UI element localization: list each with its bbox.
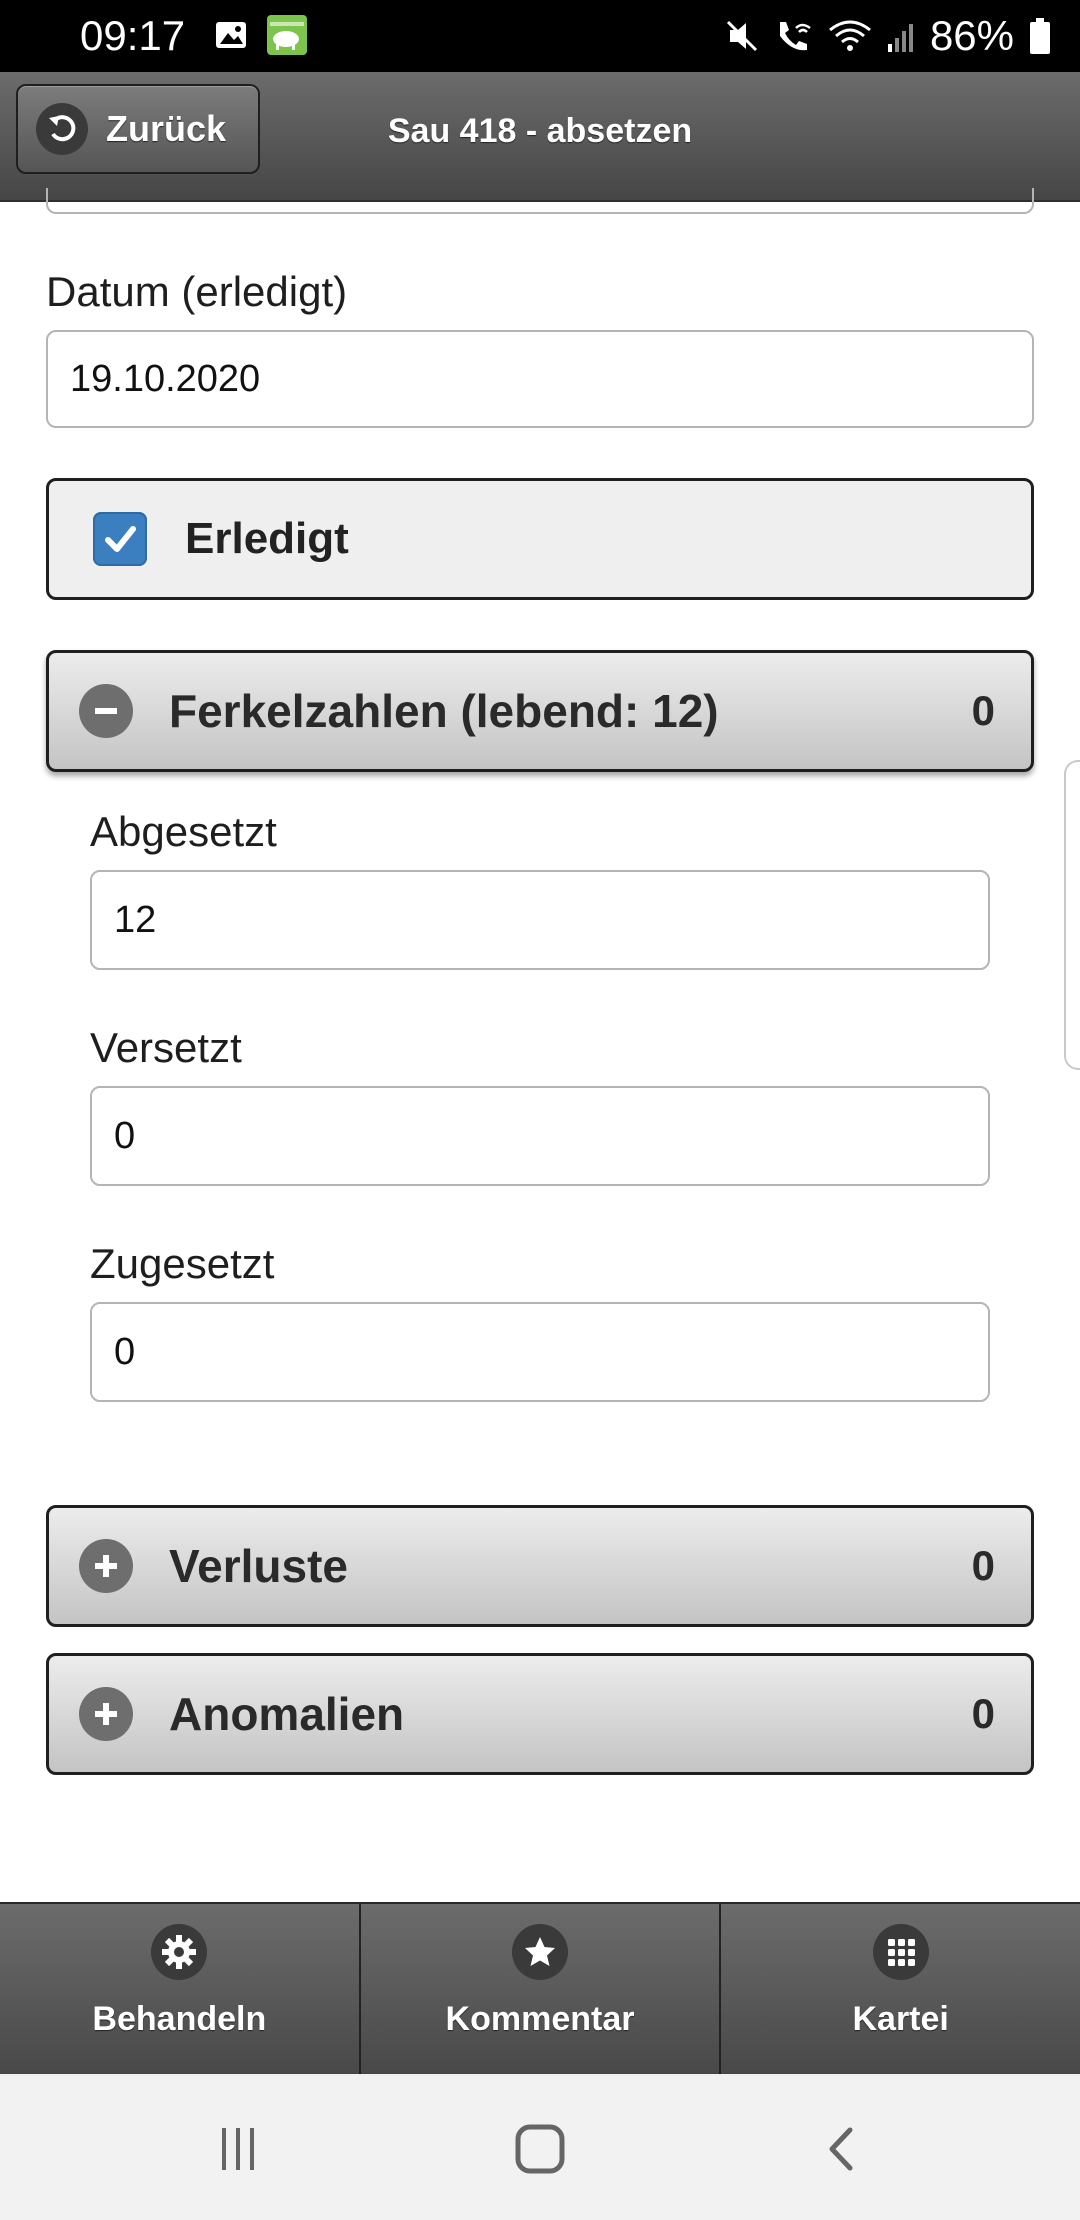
- checkbox-checked-icon[interactable]: [93, 512, 147, 566]
- wifi-icon: [829, 20, 871, 51]
- plus-circle-icon: [79, 1539, 133, 1593]
- nav-kartei-label: Kartei: [852, 2000, 949, 2038]
- date-input[interactable]: 19.10.2020: [46, 330, 1034, 428]
- back-nav-icon[interactable]: [807, 2114, 877, 2184]
- home-icon[interactable]: [505, 2114, 575, 2184]
- nav-kommentar[interactable]: Kommentar: [361, 1904, 722, 2076]
- date-label: Datum (erledigt): [46, 268, 348, 315]
- page-title: Sau 418 - absetzen: [387, 112, 693, 150]
- section-ferkelzahlen-header[interactable]: Ferkelzahlen (lebend: 12) 0: [46, 650, 1034, 772]
- zugesetzt-input[interactable]: 0: [90, 1302, 990, 1402]
- versetzt-label: Versetzt: [90, 1024, 242, 1071]
- back-button[interactable]: Zurück: [16, 84, 260, 174]
- mute-icon: [726, 20, 757, 52]
- status-bar: 09:17 86%: [0, 0, 1080, 72]
- section-verluste-header[interactable]: Verluste 0: [46, 1505, 1034, 1627]
- side-panel-handle[interactable]: [1064, 760, 1080, 1070]
- signal-icon: [887, 24, 913, 52]
- nav-kommentar-label: Kommentar: [445, 2000, 635, 2038]
- bottom-nav: Behandeln Kommentar Kartei: [0, 1902, 1080, 2076]
- wifi-call-icon: [779, 22, 811, 51]
- previous-field-edge: [46, 188, 1034, 214]
- image-icon: [216, 22, 246, 48]
- battery-icon: [1030, 18, 1050, 54]
- recent-apps-icon[interactable]: [203, 2114, 273, 2184]
- section-anomalien-count: 0: [971, 1690, 995, 1737]
- grid-icon: [872, 1924, 929, 1980]
- abgesetzt-label: Abgesetzt: [90, 808, 277, 855]
- done-label: Erledigt: [185, 514, 349, 563]
- status-time: 09:17: [80, 12, 186, 59]
- abgesetzt-input[interactable]: 12: [90, 870, 990, 970]
- back-arrow-icon: [36, 103, 88, 155]
- minus-circle-icon: [79, 684, 133, 738]
- nav-behandeln[interactable]: Behandeln: [0, 1904, 361, 2076]
- back-button-label: Zurück: [106, 108, 227, 149]
- done-checkbox-row[interactable]: Erledigt: [46, 478, 1034, 600]
- battery-percent: 86%: [929, 12, 1014, 59]
- system-nav-bar: [0, 2074, 1080, 2220]
- gear-icon: [151, 1924, 208, 1980]
- nav-kartei[interactable]: Kartei: [721, 1904, 1080, 2076]
- status-right: 86%: [724, 10, 1052, 62]
- zugesetzt-label: Zugesetzt: [90, 1240, 275, 1287]
- section-ferkelzahlen-count: 0: [971, 687, 995, 734]
- section-verluste-title: Verluste: [169, 1540, 348, 1592]
- plus-circle-icon: [79, 1687, 133, 1741]
- section-ferkelzahlen-title: Ferkelzahlen (lebend: 12): [169, 685, 719, 737]
- star-icon: [512, 1924, 568, 1980]
- versetzt-input[interactable]: 0: [90, 1086, 990, 1186]
- section-verluste-count: 0: [971, 1542, 995, 1589]
- section-anomalien-title: Anomalien: [169, 1688, 405, 1740]
- app-pig-icon: [267, 15, 307, 55]
- nav-behandeln-label: Behandeln: [92, 2000, 267, 2038]
- section-anomalien-header[interactable]: Anomalien 0: [46, 1653, 1034, 1775]
- app-header: Zurück Sau 418 - absetzen: [0, 72, 1080, 202]
